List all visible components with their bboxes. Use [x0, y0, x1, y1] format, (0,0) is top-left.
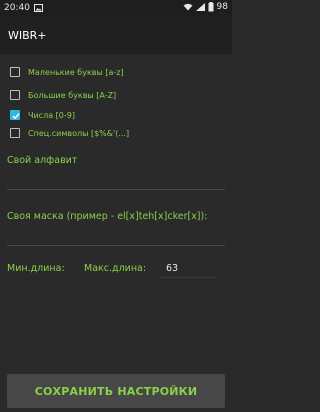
option-uppercase[interactable]: Большие буквы [A-Z] [10, 86, 116, 104]
custom-alphabet-label: Свой алфавит [7, 155, 78, 166]
save-settings-button[interactable]: СОХРАНИТЬ НАСТРОЙКИ [7, 374, 225, 408]
app-bar: WIBR+ [0, 18, 232, 54]
check-icon [12, 113, 20, 120]
custom-alphabet-underline [7, 189, 225, 190]
max-length-underline [158, 277, 216, 278]
battery-level: 98 [216, 2, 228, 12]
custom-alphabet-input[interactable] [7, 170, 225, 186]
uppercase-checkbox[interactable] [10, 90, 20, 100]
option-special-label: Спец.символы [$%&'(...] [28, 128, 130, 138]
min-length-input[interactable] [74, 263, 78, 275]
status-bar: 20:40 98 [0, 0, 232, 18]
signal-icon [195, 3, 205, 11]
max-length-label: Макс.длина: [84, 263, 147, 274]
custom-mask-label: Своя маска (пример - el[x]teh[x]cker[x])… [7, 211, 208, 222]
custom-mask-underline [7, 245, 225, 246]
option-digits-label: Числа [0-9] [28, 110, 75, 120]
status-time: 20:40 [4, 3, 30, 13]
option-uppercase-label: Большие буквы [A-Z] [28, 90, 117, 100]
digits-checkbox[interactable] [10, 110, 20, 120]
option-lowercase[interactable]: Маленькие буквы [a-z] [10, 63, 124, 81]
lowercase-checkbox[interactable] [10, 67, 20, 77]
max-length-input[interactable]: 63 [166, 263, 178, 274]
status-right: 98 [183, 2, 228, 12]
option-digits[interactable]: Числа [0-9] [10, 106, 75, 124]
app-title: WIBR+ [8, 29, 47, 42]
battery-icon [208, 2, 214, 12]
wifi-icon [183, 3, 193, 11]
image-notification-icon [34, 4, 43, 12]
option-lowercase-label: Маленькие буквы [a-z] [28, 67, 124, 77]
special-checkbox[interactable] [10, 128, 20, 138]
option-special[interactable]: Спец.символы [$%&'(...] [10, 124, 129, 142]
min-length-label: Мин.длина: [7, 263, 65, 274]
custom-mask-input[interactable] [7, 226, 225, 242]
